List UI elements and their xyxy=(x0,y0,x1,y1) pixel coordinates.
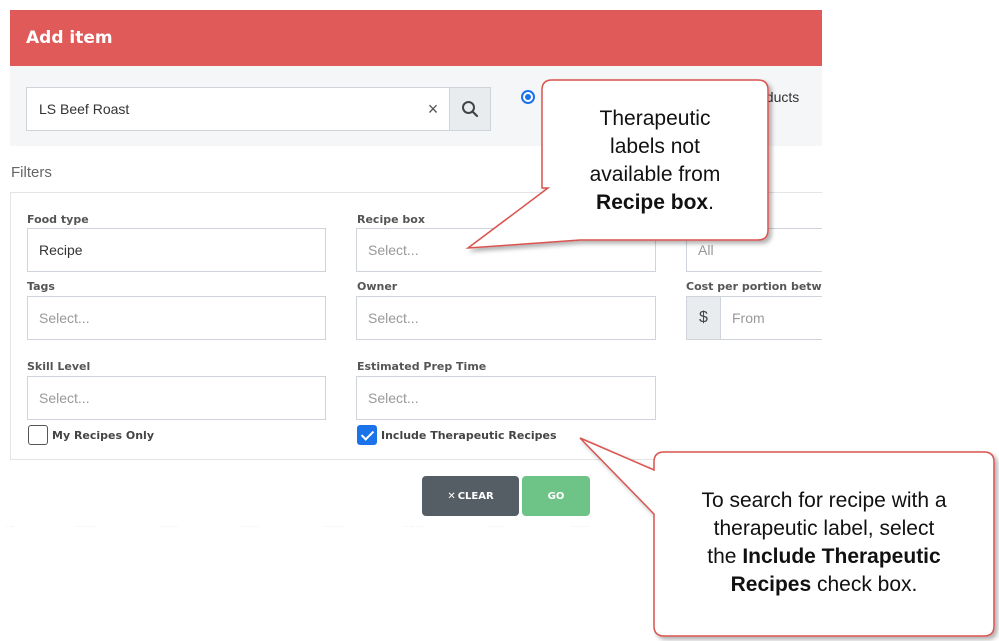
callout-top-line1: Therapeutic xyxy=(599,107,711,130)
callout-bottom-line3-pre: the xyxy=(707,545,743,568)
callout-top-text: Therapeutic labels not available from Re… xyxy=(550,105,760,217)
callout-bottom-line1: To search for recipe with a xyxy=(701,489,947,512)
callout-bottom-line4-bold: Recipes xyxy=(730,573,812,596)
callout-top-line3: available from xyxy=(589,163,721,186)
callout-bottom-line4-post: check box. xyxy=(811,573,918,596)
callout-bottom-line3-bold: Include Therapeutic xyxy=(742,545,941,568)
callout-top-line2: labels not xyxy=(610,135,700,158)
callout-bottom-line2: therapeutic label, select xyxy=(713,517,935,540)
callout-top-tail: . xyxy=(708,191,714,214)
callout-top-bold: Recipe box xyxy=(596,191,709,214)
callout-bottom-text: To search for recipe with a therapeutic … xyxy=(664,487,984,599)
